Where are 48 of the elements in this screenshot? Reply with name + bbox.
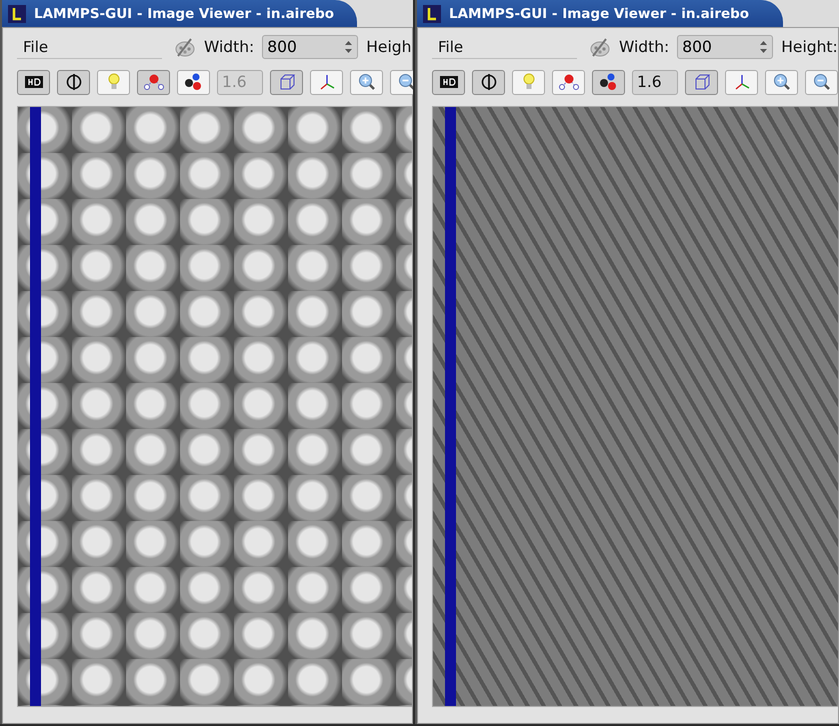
zoomin-toggle-button[interactable] — [765, 70, 798, 94]
cpk-toggle-button[interactable] — [592, 70, 625, 94]
molecule-icon — [598, 73, 618, 91]
file-menu[interactable]: File — [432, 36, 577, 58]
zoom-out-icon — [812, 73, 830, 91]
hd-icon — [24, 76, 42, 88]
app-logo-icon — [8, 4, 26, 22]
light-toggle-button[interactable] — [512, 70, 545, 94]
vdw-toggle-button[interactable] — [552, 70, 585, 94]
axes-toggle-button[interactable] — [310, 70, 343, 94]
molecule-icon — [184, 73, 204, 91]
window-title: LAMMPS-GUI - Image Viewer - in.airebo — [34, 6, 334, 22]
width-label: Width: — [619, 38, 670, 56]
zoomin-toggle-button[interactable] — [350, 70, 383, 94]
atoms-bonds-icon — [144, 73, 164, 91]
zoom-out-icon — [398, 73, 413, 91]
hd-icon — [440, 76, 458, 88]
lightbulb-icon — [108, 73, 120, 91]
zoom-in-icon — [358, 73, 376, 91]
lightbulb-icon — [522, 73, 534, 91]
cube-icon — [692, 73, 710, 91]
file-menu[interactable]: File — [17, 36, 162, 58]
zoomout-toggle-button[interactable] — [805, 70, 838, 94]
width-label: Width: — [204, 38, 254, 56]
window-title: LAMMPS-GUI - Image Viewer - in.airebo — [449, 6, 750, 22]
atoms-bonds-icon — [558, 73, 578, 91]
zoom-in-icon — [772, 73, 790, 91]
circle-bar-icon — [66, 73, 82, 91]
height-label: Height: — [781, 38, 838, 56]
ortho-toggle-button[interactable] — [472, 70, 505, 94]
ortho-toggle-button[interactable] — [57, 70, 90, 94]
cube-icon — [278, 73, 296, 91]
hd-toggle-button[interactable] — [432, 70, 465, 94]
circle-bar-icon — [480, 73, 496, 91]
box-toggle-button[interactable] — [270, 70, 303, 94]
height-label: Heigh — [366, 38, 412, 56]
palette-brush-icon[interactable] — [174, 36, 196, 58]
hd-toggle-button[interactable] — [17, 70, 50, 94]
width-spinbox[interactable]: 800 — [677, 35, 774, 59]
scale-field[interactable]: 1.6 — [632, 70, 678, 94]
vdw-toggle-button[interactable] — [137, 70, 170, 94]
cpk-toggle-button[interactable] — [177, 70, 210, 94]
app-logo-icon — [423, 4, 441, 22]
width-spinbox[interactable]: 800 — [262, 35, 358, 59]
palette-brush-icon[interactable] — [589, 36, 611, 58]
light-toggle-button[interactable] — [97, 70, 130, 94]
axes-toggle-button[interactable] — [725, 70, 758, 94]
box-toggle-button[interactable] — [685, 70, 718, 94]
